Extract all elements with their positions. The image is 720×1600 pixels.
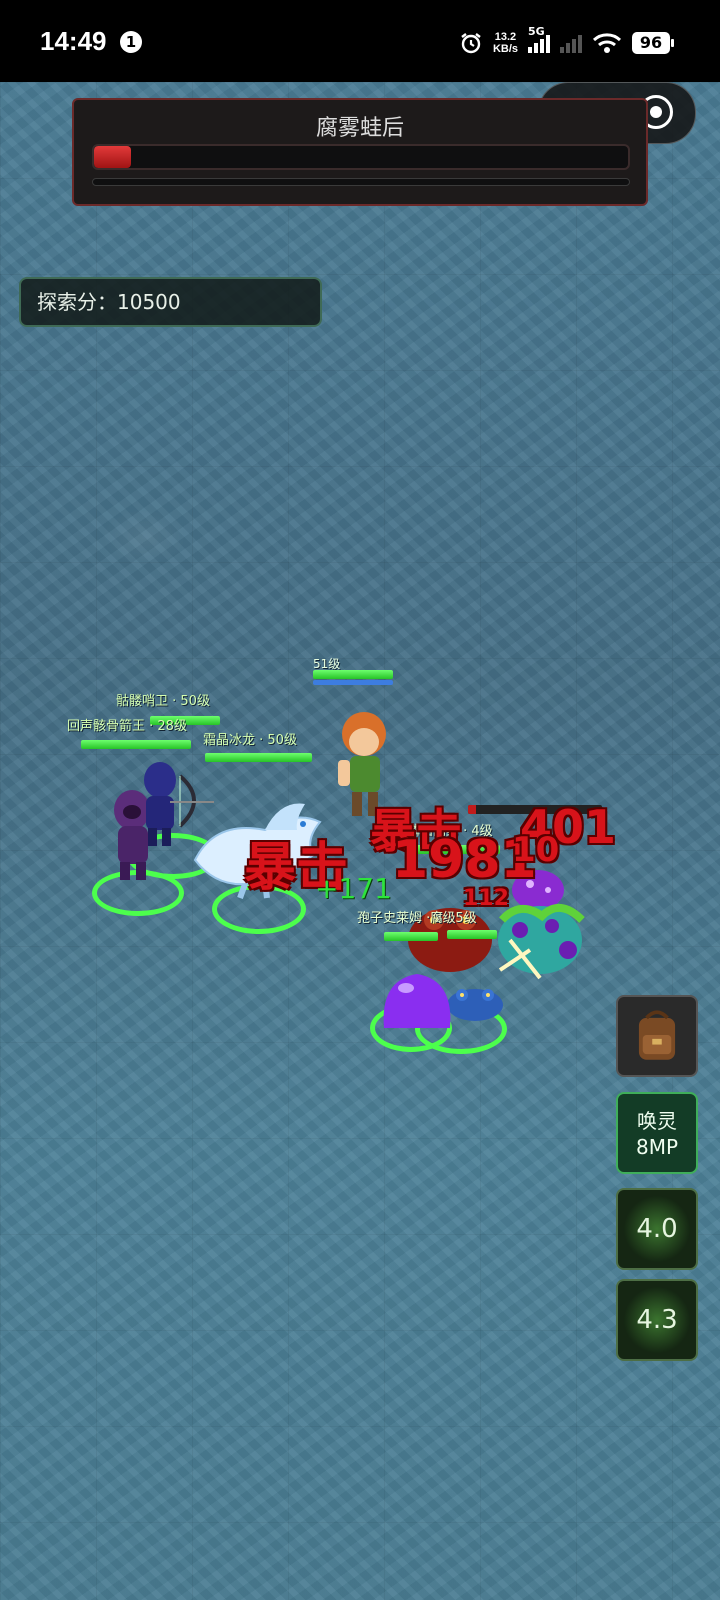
notification-badge: 1 — [120, 31, 142, 53]
hp-bar-frost-dragon — [205, 753, 312, 762]
damage-number: 112 — [463, 886, 509, 911]
hp-bar-hero — [313, 670, 393, 679]
hp-bar-rot-enemy — [447, 930, 497, 939]
spore-slime-sprite[interactable] — [380, 970, 454, 1032]
net-speed: 13.2 KB/s — [492, 31, 518, 55]
skill-2-button[interactable]: 4.3 — [616, 1279, 698, 1361]
heal-number: +171 — [315, 872, 392, 905]
hp-bar-echo-archer-king — [81, 740, 191, 749]
mp-bar-hero — [313, 680, 393, 685]
boss-hp-bar — [92, 144, 630, 170]
alarm-icon — [459, 31, 483, 55]
skill-1-button[interactable]: 4.0 — [616, 1188, 698, 1270]
summon-button[interactable]: 唤灵 8MP — [616, 1092, 698, 1174]
unit-label-frost-dragon: 霜晶冰龙 · 50级 — [203, 733, 297, 748]
boss-hp-fill — [94, 146, 132, 168]
exploration-score: 探索分：10500 — [19, 277, 322, 327]
hp-bar-spore-slime — [384, 932, 438, 941]
boss-panel: 腐雾蛙后 — [72, 98, 648, 206]
boss-secondary-bar — [92, 178, 630, 186]
status-bar: 14:49 1 13.2 KB/s 5G 96 — [0, 0, 720, 82]
unit-label-echo-archer-king: 回声骸骨箭王 · 28级 — [67, 719, 187, 734]
wifi-icon — [592, 32, 622, 54]
battery-indicator: 96 — [632, 32, 674, 54]
damage-number: 10 — [512, 830, 560, 870]
boss-name: 腐雾蛙后 — [315, 116, 404, 141]
backpack-icon — [638, 1010, 676, 1060]
signal-sim2-icon — [560, 33, 582, 53]
signal-5g-icon: 5G — [528, 25, 550, 53]
clock: 14:49 — [40, 26, 107, 56]
unit-label-skeleton-guard: 骷髅哨卫 · 50级 — [116, 694, 210, 709]
backpack-button[interactable] — [616, 995, 698, 1077]
